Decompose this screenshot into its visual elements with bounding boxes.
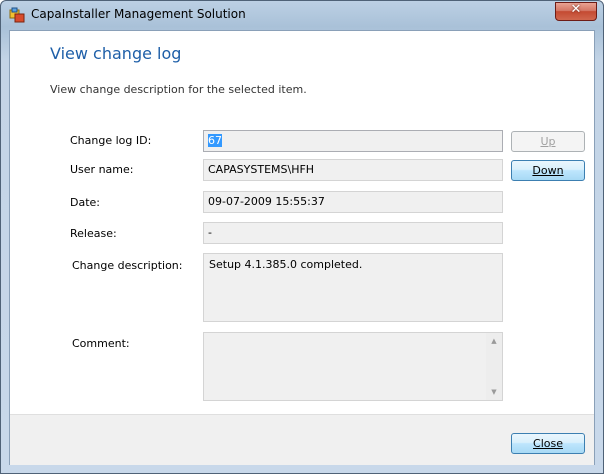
scroll-down-icon[interactable]: ▼: [486, 384, 502, 400]
user-name-value: CAPASYSTEMS\HFH: [208, 163, 315, 176]
change-log-id-value: 67: [208, 134, 222, 147]
change-log-id-field[interactable]: 67: [203, 130, 503, 152]
user-name-field[interactable]: CAPASYSTEMS\HFH: [203, 159, 503, 181]
date-label: Date:: [70, 196, 100, 209]
content-panel: View change log View change description …: [10, 31, 594, 414]
window-title: CapaInstaller Management Solution: [31, 7, 246, 21]
user-name-label: User name:: [70, 163, 134, 176]
comment-label: Comment:: [72, 337, 130, 350]
close-button[interactable]: Close: [511, 433, 585, 454]
app-icon: [9, 7, 25, 23]
change-description-field[interactable]: Setup 4.1.385.0 completed.: [203, 253, 503, 322]
dialog-footer: Close: [10, 414, 594, 465]
release-field[interactable]: -: [203, 222, 503, 244]
release-label: Release:: [70, 227, 117, 240]
change-log-id-label: Change log ID:: [70, 134, 152, 147]
up-button-label: Up: [540, 135, 556, 148]
change-description-label: Change description:: [72, 259, 183, 272]
change-description-value: Setup 4.1.385.0 completed.: [209, 258, 363, 271]
comment-field[interactable]: ▲ ▼: [203, 332, 503, 401]
dialog-client-area: View change log View change description …: [9, 30, 595, 465]
up-button[interactable]: Up: [511, 131, 585, 152]
down-button-label: Down: [532, 164, 564, 177]
page-title: View change log: [50, 44, 182, 63]
scroll-up-icon[interactable]: ▲: [486, 333, 502, 349]
dialog-window: CapaInstaller Management Solution ✕ View…: [0, 0, 604, 474]
close-button-label: Close: [533, 437, 563, 450]
page-subtitle: View change description for the selected…: [50, 83, 307, 96]
window-close-button[interactable]: ✕: [555, 2, 597, 21]
close-icon: ✕: [570, 2, 582, 17]
date-value: 09-07-2009 15:55:37: [208, 195, 325, 208]
date-field[interactable]: 09-07-2009 15:55:37: [203, 191, 503, 213]
down-button[interactable]: Down: [511, 160, 585, 181]
comment-scrollbar[interactable]: ▲ ▼: [486, 333, 502, 400]
release-value: -: [208, 226, 212, 239]
title-bar[interactable]: CapaInstaller Management Solution ✕: [1, 1, 603, 29]
